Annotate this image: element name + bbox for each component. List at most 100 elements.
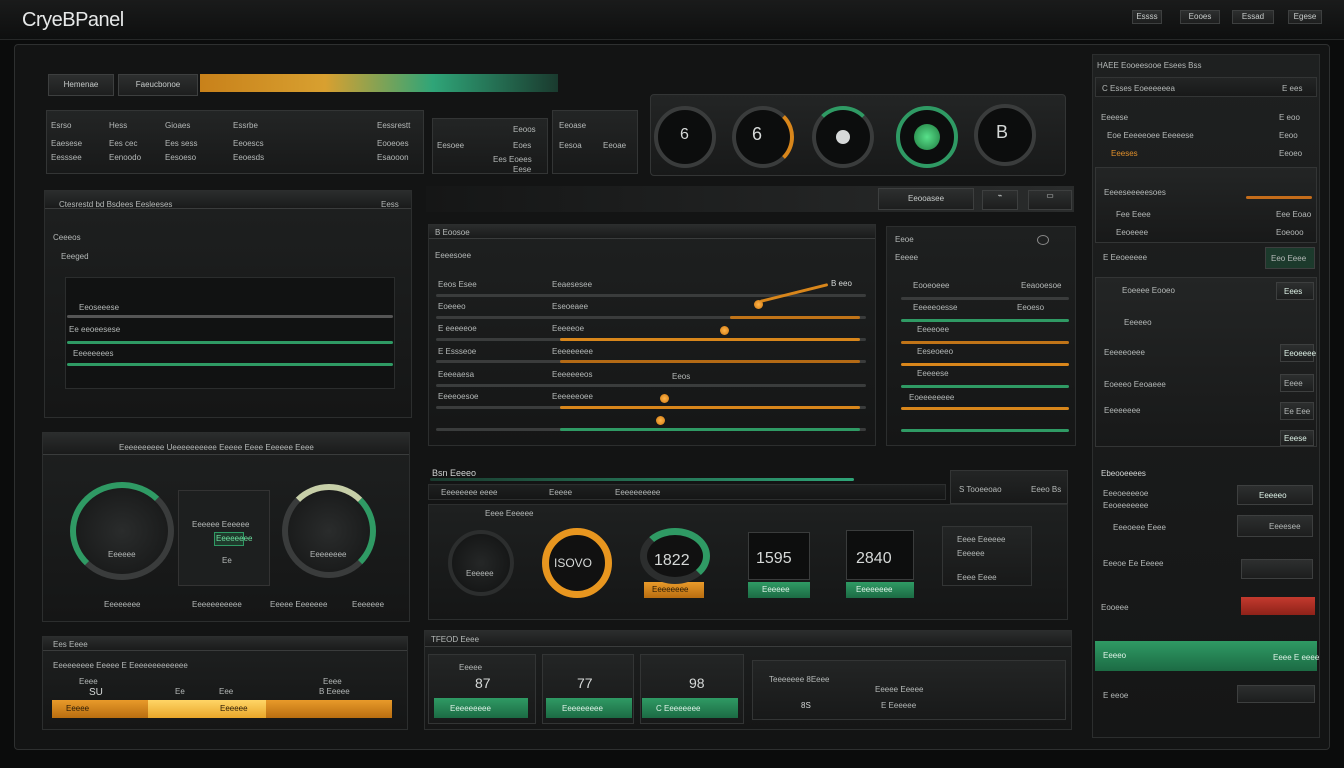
chart-label: Eeoseeese [79, 303, 120, 312]
counter-button-1-label: Eeeeeeeee [450, 704, 491, 713]
sidebar-text: E Eeoeeeee [1103, 253, 1148, 262]
slider-fill [901, 385, 1069, 388]
counter-side-text: Teeeeeee 8Eeee [769, 675, 830, 684]
side-value: Eeeo Bs [1031, 485, 1062, 494]
slider-panel: B Eoosoe Eeeesoee B eeo [428, 224, 876, 446]
sidebar-header-right: E ees [1282, 84, 1303, 93]
slider-handle[interactable] [660, 394, 669, 403]
readouts-title-bar [430, 478, 854, 481]
app-title: CryeBPanel [22, 9, 124, 31]
counter-button-2-label: Eeeeeeeee [562, 704, 603, 713]
stat-cell: Eoes [513, 141, 532, 150]
slider-label: Eeseoeeo [917, 347, 954, 356]
readouts-side: S Tooeeoao Eeeo Bs [950, 470, 1068, 504]
slider-panel-right: Eeoe Eeeee Eooeoeee Eeaooesoe Eeeeeoesse… [886, 226, 1076, 446]
slider-handle[interactable] [754, 300, 763, 309]
counter-value: 87 [475, 675, 491, 691]
slider-label: Eeeeeoesse [913, 303, 958, 312]
sidebar-status-value: Eeee E eeee [1273, 653, 1320, 662]
top-button-4[interactable]: Egese [1288, 10, 1322, 24]
top-button-2[interactable]: Eooes [1180, 10, 1220, 24]
readouts-title: Bsn Eeeeo [432, 468, 477, 478]
sidebar-bar [1246, 196, 1312, 199]
dial-left [70, 482, 174, 580]
progress-segment [266, 700, 392, 718]
chart-label: Ee eeoeesese [69, 325, 121, 334]
side-title: S Tooeeoao [959, 485, 1002, 494]
stat-cell: Eesssee [51, 153, 82, 162]
progress-value: Ee [175, 687, 185, 696]
sidebar-row-value: Eeoo [1279, 131, 1298, 140]
slider-fill [560, 360, 860, 363]
tab-left[interactable]: Hemenae [48, 74, 114, 96]
slider-fill [901, 363, 1069, 366]
stat-cell: Eeoae [603, 141, 627, 150]
lcd-display-1-label: Eeeeee [762, 585, 790, 594]
stat-cell: Eesoee [437, 141, 465, 150]
toolbar-icon-button[interactable]: ▭ [1028, 190, 1072, 210]
stat-cell: Eeoos [513, 125, 536, 134]
gauge-3-knob [836, 130, 850, 144]
chart-line [67, 315, 393, 318]
dial-right [282, 484, 376, 578]
slider-fill [901, 319, 1069, 322]
sidebar-alert-bar[interactable] [1241, 597, 1315, 615]
sidebar-list: Eoeeee Eooeo Eees Eeeeeo Eeeeeoeee Eeoee… [1095, 277, 1317, 447]
slider-label: Eeeeaesa [438, 370, 475, 379]
slider-handle[interactable] [656, 416, 665, 425]
side-row: Eeee Eeeeee [957, 535, 1006, 544]
stat-cell: Eesoa [559, 141, 582, 150]
panel-sub: Eeeee [895, 253, 919, 262]
sidebar-list-label: Eoeeeo Eeoaeee [1104, 380, 1166, 389]
sidebar-text: Fee Eeee [1116, 210, 1151, 219]
sidebar-text: Eee Eoao [1276, 210, 1312, 219]
sidebar: HAEE Eooeesooe Esees Bss C Esses Eoeeeee… [1092, 54, 1320, 738]
side-row: Eeee Eeee [957, 573, 997, 582]
sidebar-title: HAEE Eooeesooe Esees Bss [1097, 61, 1202, 70]
slider-label: Eseoeaee [552, 302, 589, 311]
toolbar-item[interactable]: Eeeeeeeeee [615, 488, 660, 497]
filter-panel: Ctesrestd bd Bsdees Eesleeses Eess Ceeeo… [44, 190, 412, 418]
toggle-icon[interactable] [1037, 235, 1049, 245]
panel-title: Eeoe [895, 235, 914, 244]
sidebar-action-button[interactable] [1241, 559, 1313, 579]
sidebar-action-label: Eeeeeo [1259, 491, 1287, 500]
slider-fill [901, 429, 1069, 432]
col-label: Eeee [79, 677, 98, 686]
toolbar-item[interactable]: Eeeee [549, 488, 572, 497]
toolbar-item[interactable]: Eeeeeeee eeee [441, 488, 498, 497]
readouts-sub: Eeee Eeeeee [485, 509, 534, 518]
counter-button-3-label: C Eeeeeeee [656, 704, 701, 713]
tab-right[interactable]: Faeucbonoe [118, 74, 198, 96]
lcd-display-2-value: 2840 [856, 550, 892, 567]
stat-cell: Eeoescs [233, 139, 264, 148]
counter-side: Teeeeeee 8Eeee Eeeee Eeeee E Eeeeee 8S [752, 660, 1066, 720]
section-sub: Eeeged [61, 252, 89, 261]
slider-label: Eeaesesee [552, 280, 593, 289]
sidebar-list-value-text: Ee Eee [1284, 407, 1311, 416]
slider-label: Eeeeeeoee [552, 392, 593, 401]
slider-handle[interactable] [720, 326, 729, 335]
sidebar-action-button[interactable] [1237, 685, 1315, 703]
sidebar-row: Eoe Eeeeeoee Eeeeese [1107, 131, 1194, 140]
top-button-1[interactable]: Essss [1132, 10, 1162, 24]
sidebar-header: C Esses Eoeeeeeea E ees [1095, 77, 1317, 97]
top-button-3[interactable]: Essad [1232, 10, 1274, 24]
stat-table: Esrso Hess Gioaes Essrbe Eessrestt Eaese… [46, 110, 424, 174]
progress-segment-highlight [148, 700, 266, 718]
panel-title: Eeeeeeeeee Ueeeeeeeeee Eeeee Eeee Eeeeee… [119, 443, 314, 452]
ring-gauge-2-value: ISOVO [554, 556, 593, 570]
sidebar-list-value-text: Eeoeeee [1284, 349, 1317, 358]
sidebar-text: Eeeeseeeeesoes [1104, 188, 1166, 197]
slider-badge[interactable]: B eeo [831, 279, 852, 288]
gauge-2 [732, 106, 794, 168]
stat-cell: Eese [513, 165, 532, 174]
slider-label: Eooeoeee [913, 281, 950, 290]
stat-cell: Eooeoes [377, 139, 409, 148]
slider-value: Eeoeso [1017, 303, 1045, 312]
toolbar-icon-button[interactable]: ⌁ [982, 190, 1018, 210]
panel-title: Ctesrestd bd Bsdees Eesleeses [59, 200, 173, 209]
section-title: Ceeeos [53, 233, 81, 242]
slider-fill [730, 316, 860, 319]
toolbar-label[interactable]: Eeooasee [878, 188, 974, 210]
